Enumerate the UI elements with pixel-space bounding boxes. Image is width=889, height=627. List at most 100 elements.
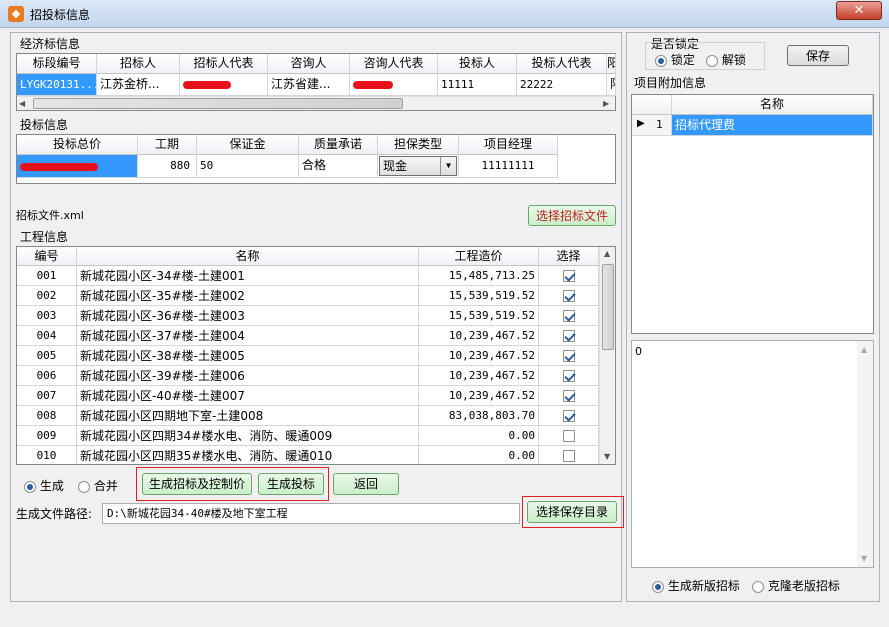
scroll-left-icon[interactable]: ◀ xyxy=(19,99,25,108)
scroll-down-icon[interactable]: ▼ xyxy=(604,452,610,461)
col-header[interactable]: 名称 xyxy=(77,247,419,266)
generate-bid-button[interactable]: 生成投标 xyxy=(258,473,324,495)
checkbox[interactable] xyxy=(562,350,575,362)
project-row-cost[interactable]: 83,038,803.70 xyxy=(419,406,539,426)
economic-cell[interactable] xyxy=(180,74,268,96)
project-row-select[interactable] xyxy=(539,406,599,426)
col-header[interactable]: 选择 xyxy=(539,247,599,266)
scroll-down-icon[interactable]: ▼ xyxy=(861,554,867,563)
memo-textarea[interactable]: 0 ▲ ▼ xyxy=(631,340,874,568)
unlock-radio[interactable]: 解锁 xyxy=(706,51,746,68)
col-header[interactable]: 标段编号 xyxy=(17,54,97,74)
version-old[interactable]: 克隆老版招标 xyxy=(752,577,840,594)
project-row-name[interactable]: 新城花园小区-34#楼-土建001 xyxy=(77,266,419,286)
memo-scrollbar[interactable]: ▲ ▼ xyxy=(857,341,873,567)
project-row-name[interactable]: 新城花园小区四期34#楼水电、消防、暖通009 xyxy=(77,426,419,446)
project-row-cost[interactable]: 15,539,519.52 xyxy=(419,286,539,306)
project-row-select[interactable] xyxy=(539,346,599,366)
project-row-cost[interactable]: 10,239,467.52 xyxy=(419,386,539,406)
project-row-cost[interactable]: 15,539,519.52 xyxy=(419,306,539,326)
project-row-select[interactable] xyxy=(539,446,599,464)
project-row-id[interactable]: 003 xyxy=(17,306,77,326)
manager-cell[interactable]: 11111111 xyxy=(459,155,558,178)
project-row-cost[interactable]: 15,485,713.25 xyxy=(419,266,539,286)
radio-icon[interactable] xyxy=(655,54,667,67)
project-row-id[interactable]: 009 xyxy=(17,426,77,446)
radio-icon[interactable] xyxy=(24,480,36,493)
mode-generate[interactable]: 生成 xyxy=(24,477,64,494)
period-cell[interactable]: 880 xyxy=(138,155,197,178)
economic-cell[interactable]: LYGK20131... xyxy=(17,74,97,96)
col-header[interactable]: 招标人代表 xyxy=(180,54,268,74)
radio-icon[interactable] xyxy=(652,580,664,593)
vertical-scrollbar[interactable]: ▲ ▼ xyxy=(599,247,615,464)
col-header[interactable]: 咨询人代表 xyxy=(350,54,438,74)
col-header[interactable]: 担保类型 xyxy=(378,135,459,155)
scroll-thumb[interactable] xyxy=(602,264,614,350)
col-header[interactable]: 投标人 xyxy=(438,54,517,74)
guarantee-select[interactable]: 现金 ▼ xyxy=(379,156,457,176)
close-button[interactable]: ✕ xyxy=(836,1,882,20)
guarantee-cell[interactable]: 现金 ▼ xyxy=(378,155,459,178)
row-selector[interactable]: ▶ 1 xyxy=(632,115,672,136)
chevron-down-icon[interactable]: ▼ xyxy=(440,157,456,175)
col-header[interactable]: 保证金 xyxy=(197,135,299,155)
generate-tender-button[interactable]: 生成招标及控制价 xyxy=(142,473,252,495)
total-price-cell[interactable] xyxy=(17,155,138,178)
checkbox[interactable] xyxy=(562,450,575,462)
checkbox[interactable] xyxy=(562,330,575,342)
economic-cell[interactable]: 江苏金桥... xyxy=(97,74,180,96)
col-header[interactable]: 阳 xyxy=(607,54,616,74)
col-header[interactable]: 投标总价 xyxy=(17,135,138,155)
checkbox[interactable] xyxy=(562,310,575,322)
economic-cell[interactable]: 江苏省建... xyxy=(268,74,350,96)
mode-merge[interactable]: 合并 xyxy=(78,477,118,494)
project-row-id[interactable]: 007 xyxy=(17,386,77,406)
checkbox[interactable] xyxy=(562,370,575,382)
col-header[interactable]: 名称 xyxy=(672,95,873,115)
back-button[interactable]: 返回 xyxy=(333,473,399,495)
scroll-thumb[interactable] xyxy=(33,98,403,109)
col-header[interactable]: 项目经理 xyxy=(459,135,558,155)
checkbox[interactable] xyxy=(562,390,575,402)
project-row-name[interactable]: 新城花园小区-37#楼-土建004 xyxy=(77,326,419,346)
col-header[interactable]: 编号 xyxy=(17,247,77,266)
choose-save-dir-button[interactable]: 选择保存目录 xyxy=(527,501,617,523)
project-row-id[interactable]: 006 xyxy=(17,366,77,386)
extra-row-name[interactable]: 招标代理费 xyxy=(672,115,873,136)
economic-cell[interactable]: 阳 xyxy=(607,74,616,96)
radio-icon[interactable] xyxy=(752,580,764,593)
col-header[interactable]: 咨询人 xyxy=(268,54,350,74)
project-row-select[interactable] xyxy=(539,366,599,386)
project-row-select[interactable] xyxy=(539,386,599,406)
checkbox[interactable] xyxy=(562,270,575,282)
project-row-cost[interactable]: 0.00 xyxy=(419,426,539,446)
output-path-input[interactable]: D:\新城花园34-40#楼及地下室工程 xyxy=(102,503,520,524)
project-row-id[interactable]: 002 xyxy=(17,286,77,306)
project-row-select[interactable] xyxy=(539,306,599,326)
project-row-select[interactable] xyxy=(539,266,599,286)
project-row-name[interactable]: 新城花园小区-35#楼-土建002 xyxy=(77,286,419,306)
scroll-right-icon[interactable]: ▶ xyxy=(603,99,609,108)
col-header[interactable]: 投标人代表 xyxy=(517,54,607,74)
economic-cell[interactable]: 22222 xyxy=(517,74,607,96)
project-row-name[interactable]: 新城花园小区四期地下室-土建008 xyxy=(77,406,419,426)
deposit-cell[interactable]: 50 xyxy=(197,155,299,178)
scroll-up-icon[interactable]: ▲ xyxy=(861,345,867,354)
col-header[interactable]: 招标人 xyxy=(97,54,180,74)
col-header[interactable]: 工期 xyxy=(138,135,197,155)
col-header[interactable]: 质量承诺 xyxy=(299,135,378,155)
checkbox[interactable] xyxy=(562,430,575,442)
project-row-name[interactable]: 新城花园小区-36#楼-土建003 xyxy=(77,306,419,326)
project-row-id[interactable]: 005 xyxy=(17,346,77,366)
project-row-name[interactable]: 新城花园小区-40#楼-土建007 xyxy=(77,386,419,406)
radio-icon[interactable] xyxy=(706,54,718,67)
project-row-id[interactable]: 004 xyxy=(17,326,77,346)
checkbox[interactable] xyxy=(562,410,575,422)
project-row-select[interactable] xyxy=(539,426,599,446)
project-row-cost[interactable]: 10,239,467.52 xyxy=(419,326,539,346)
economic-cell[interactable] xyxy=(350,74,438,96)
project-row-id[interactable]: 001 xyxy=(17,266,77,286)
select-tender-file-button[interactable]: 选择招标文件 xyxy=(528,205,616,226)
project-row-select[interactable] xyxy=(539,286,599,306)
